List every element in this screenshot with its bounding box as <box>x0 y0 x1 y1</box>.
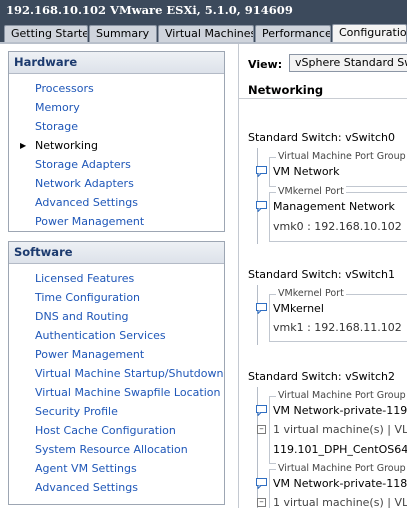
port-group-type-label: VMkernel Port <box>276 288 346 299</box>
port-group-vm-count: 1 virtual machine(s) | VLAN <box>273 496 407 508</box>
networking-title: Networking <box>248 83 324 97</box>
port-group-type-label: Virtual Machine Port Group <box>276 151 407 162</box>
nav-vm-swapfile-location[interactable]: Virtual Machine Swapfile Location <box>35 386 220 399</box>
port-group-name[interactable]: VM Network <box>273 165 339 178</box>
nav-host-cache-configuration[interactable]: Host Cache Configuration <box>35 424 176 437</box>
view-dropdown[interactable]: vSphere Standard Switch <box>289 54 407 72</box>
port-group-type-label: VMkernel Port <box>276 186 346 197</box>
vm-port-group-icon <box>256 166 267 177</box>
collapse-icon[interactable]: – <box>257 425 266 434</box>
port-group-vm-count: 1 virtual machine(s) | VLAN <box>273 423 407 436</box>
window-title: 192.168.10.102 VMware ESXi, 5.1.0, 91460… <box>0 0 407 23</box>
selected-bullet-icon: ▶ <box>20 141 27 150</box>
tab-virtual-machines[interactable]: Virtual Machines <box>158 25 254 43</box>
port-group-type-label: Virtual Machine Port Group <box>276 463 407 474</box>
nav-vm-startup-shutdown[interactable]: Virtual Machine Startup/Shutdown <box>35 367 223 380</box>
vswitch0-connector <box>257 148 258 244</box>
nav-power-management-sw[interactable]: Power Management <box>35 348 144 361</box>
nav-system-resource-allocation[interactable]: System Resource Allocation <box>35 443 188 456</box>
vmkernel-port-address: vmk1 : 192.168.11.102 <box>273 321 402 334</box>
port-group-name[interactable]: VM Network-private-119 <box>273 404 407 417</box>
view-label: View: <box>248 58 283 71</box>
tab-performance[interactable]: Performance <box>255 25 331 43</box>
nav-storage-adapters[interactable]: Storage Adapters <box>35 158 131 171</box>
nav-licensed-features[interactable]: Licensed Features <box>35 272 134 285</box>
tab-strip: Getting Started Summary Virtual Machines… <box>0 23 407 43</box>
vmkernel-port-icon <box>256 303 267 314</box>
vswitch1-connector <box>257 285 258 345</box>
virtual-machine-name[interactable]: 119.101_DPH_CentOS64 <box>273 443 407 456</box>
vmkernel-port-address: vmk0 : 192.168.10.102 <box>273 220 402 233</box>
tab-summary[interactable]: Summary <box>89 25 157 43</box>
nav-processors[interactable]: Processors <box>35 82 94 95</box>
tab-getting-started[interactable]: Getting Started <box>4 25 88 43</box>
title-divider <box>239 98 407 99</box>
vm-port-group-icon <box>256 405 267 416</box>
nav-time-configuration[interactable]: Time Configuration <box>35 291 140 304</box>
tab-configuration[interactable]: Configuration <box>332 24 407 43</box>
nav-network-adapters[interactable]: Network Adapters <box>35 177 134 190</box>
vm-port-group-icon <box>256 478 267 489</box>
port-group-type-label: Virtual Machine Port Group <box>276 390 407 401</box>
nav-authentication-services[interactable]: Authentication Services <box>35 329 166 342</box>
port-group-name[interactable]: VM Network-private-118 <box>273 477 407 490</box>
nav-agent-vm-settings[interactable]: Agent VM Settings <box>35 462 137 475</box>
hardware-heading: Hardware <box>9 52 224 74</box>
vmkernel-port-icon <box>256 201 267 212</box>
nav-storage[interactable]: Storage <box>35 120 78 133</box>
port-group-name[interactable]: VMkernel <box>273 302 324 315</box>
networking-content: View: vSphere Standard Switch Networking… <box>238 44 407 508</box>
nav-advanced-settings-hw[interactable]: Advanced Settings <box>35 196 138 209</box>
vswitch0-title: Standard Switch: vSwitch0 <box>248 131 395 144</box>
vswitch2-title: Standard Switch: vSwitch2 <box>248 370 395 383</box>
collapse-icon[interactable]: – <box>257 498 266 507</box>
nav-networking[interactable]: Networking <box>35 139 98 152</box>
nav-dns-routing[interactable]: DNS and Routing <box>35 310 129 323</box>
nav-power-management-hw[interactable]: Power Management <box>35 215 144 228</box>
hardware-panel: Hardware Processors Memory Storage ▶ Net… <box>8 51 225 232</box>
software-panel: Software Licensed Features Time Configur… <box>8 241 225 505</box>
software-heading: Software <box>9 242 224 264</box>
vswitch1-title: Standard Switch: vSwitch1 <box>248 268 395 281</box>
nav-memory[interactable]: Memory <box>35 101 80 114</box>
nav-advanced-settings-sw[interactable]: Advanced Settings <box>35 481 138 494</box>
port-group-name[interactable]: Management Network <box>273 200 395 213</box>
nav-security-profile[interactable]: Security Profile <box>35 405 118 418</box>
